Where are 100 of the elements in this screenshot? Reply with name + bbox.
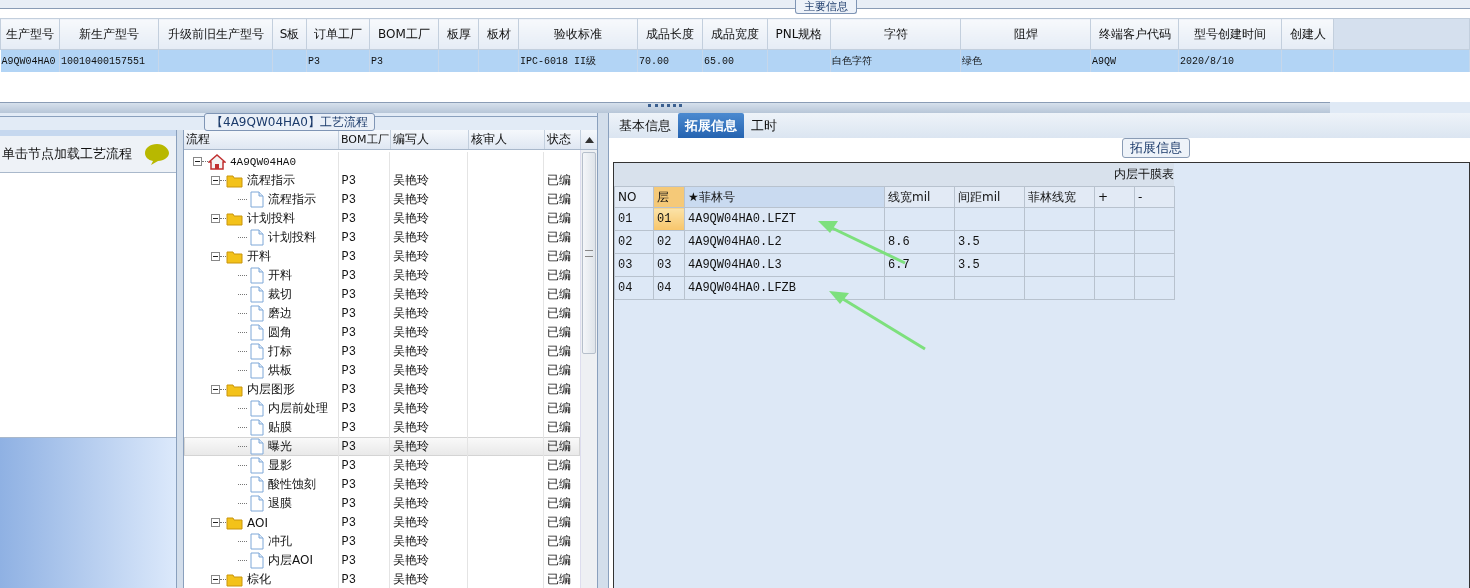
column-header[interactable]: 编写人 <box>391 130 469 149</box>
table-cell: 02 <box>653 230 685 254</box>
tree-row[interactable]: AOI P3 吴艳玲 已编 <box>184 513 580 532</box>
scroll-up-icon[interactable] <box>584 136 594 143</box>
column-header[interactable]: 订单工厂 <box>306 18 370 50</box>
column-header[interactable]: 成品长度 <box>637 18 703 50</box>
table-cell: P3 <box>341 553 356 568</box>
column-header[interactable]: 型号创建时间 <box>1178 18 1282 50</box>
tree-row[interactable]: 曝光 P3 吴艳玲 已编 <box>184 437 580 456</box>
table-cell <box>954 207 1025 231</box>
column-header[interactable]: 字符 <box>830 18 961 50</box>
tree-row[interactable]: 计划投料 P3 吴艳玲 已编 <box>184 209 580 228</box>
node-label: 退膜 <box>268 495 292 512</box>
table-cell: P3 <box>341 192 356 207</box>
column-header[interactable]: 验收标准 <box>518 18 638 50</box>
tree-row[interactable]: 内层图形 P3 吴艳玲 已编 <box>184 380 580 399</box>
collapse-icon[interactable] <box>211 252 220 261</box>
column-header[interactable]: 成品宽度 <box>702 18 768 50</box>
node-label: 酸性蚀刻 <box>268 476 316 493</box>
column-header[interactable]: + <box>1094 186 1135 208</box>
collapse-icon[interactable] <box>211 385 220 394</box>
table-cell: 已编 <box>547 343 572 360</box>
column-header[interactable]: 创建人 <box>1281 18 1334 50</box>
group-title: 主要信息 <box>795 0 857 14</box>
table-cell: P3 <box>341 401 356 416</box>
column-header[interactable]: 状态 <box>545 130 581 149</box>
column-header[interactable]: 间距mil <box>954 186 1025 208</box>
collapse-icon[interactable] <box>211 176 220 185</box>
folder-icon <box>226 173 243 188</box>
column-header[interactable]: 菲林线宽 <box>1024 186 1095 208</box>
tree-row[interactable]: 圆角 P3 吴艳玲 已编 <box>184 323 580 342</box>
tab[interactable]: 基本信息 <box>612 113 678 138</box>
table-row[interactable]: A9QW04HA0 10010400157551 P3 P3 IPC-6018 II级 70.00 65.00 白色字符 绿色 A9QW 2020/8/10 <box>0 49 1470 72</box>
column-header[interactable]: 层 <box>653 186 685 208</box>
tree-row[interactable]: 流程指示 P3 吴艳玲 已编 <box>184 190 580 209</box>
column-header[interactable]: 升级前旧生产型号 <box>158 18 273 50</box>
node-label: 流程指示 <box>247 172 295 189</box>
column-header[interactable]: NO <box>614 186 654 208</box>
tree-row[interactable]: 流程指示 P3 吴艳玲 已编 <box>184 171 580 190</box>
node-label: 显影 <box>268 457 292 474</box>
column-header[interactable]: 板厚 <box>438 18 479 50</box>
tree-row[interactable]: 4A9QW04HA0 <box>184 152 580 171</box>
column-header[interactable]: 线宽mil <box>884 186 955 208</box>
column-header[interactable]: - <box>1134 186 1175 208</box>
table-cell: 吴艳玲 <box>393 343 430 360</box>
tree-row[interactable]: 裁切 P3 吴艳玲 已编 <box>184 285 580 304</box>
table-cell: 白色字符 <box>830 49 961 72</box>
column-header[interactable]: ★菲林号 <box>684 186 885 208</box>
table-cell <box>1134 276 1175 300</box>
table-cell: 吴艳玲 <box>393 476 430 493</box>
table-cell: 已编 <box>547 229 572 246</box>
column-header[interactable]: BOM工厂 <box>369 18 439 50</box>
node-label: 棕化 <box>247 571 271 588</box>
tree-row[interactable]: 显影 P3 吴艳玲 已编 <box>184 456 580 475</box>
tree-row[interactable]: 内层AOI P3 吴艳玲 已编 <box>184 551 580 570</box>
column-header[interactable]: 阻焊 <box>960 18 1091 50</box>
table-cell: 吴艳玲 <box>393 210 430 227</box>
column-header[interactable]: 流程 <box>184 130 339 149</box>
tab[interactable]: 拓展信息 <box>678 113 744 138</box>
node-label: 计划投料 <box>268 229 316 246</box>
tree-row[interactable]: 计划投料 P3 吴艳玲 已编 <box>184 228 580 247</box>
collapse-icon[interactable] <box>211 575 220 584</box>
tree-row[interactable]: 冲孔 P3 吴艳玲 已编 <box>184 532 580 551</box>
table-cell: 已编 <box>547 533 572 550</box>
column-header[interactable]: 板材 <box>478 18 519 50</box>
tree-row[interactable]: 棕化 P3 吴艳玲 已编 <box>184 570 580 588</box>
table-cell: P3 <box>341 173 356 188</box>
tab[interactable]: 工时 <box>744 113 784 138</box>
house-icon <box>208 153 226 170</box>
collapse-icon[interactable] <box>211 214 220 223</box>
tree-row[interactable]: 开料 P3 吴艳玲 已编 <box>184 247 580 266</box>
table-cell: A9QW04HA0 <box>0 49 60 72</box>
column-header[interactable]: PNL规格 <box>767 18 831 50</box>
node-label: 开料 <box>268 267 292 284</box>
tree-row[interactable]: 烘板 P3 吴艳玲 已编 <box>184 361 580 380</box>
collapse-icon[interactable] <box>211 518 220 527</box>
table-cell: P3 <box>341 230 356 245</box>
tree-row[interactable]: 开料 P3 吴艳玲 已编 <box>184 266 580 285</box>
table-cell: 已编 <box>547 419 572 436</box>
column-header[interactable]: 核审人 <box>469 130 545 149</box>
tree-row[interactable]: 打标 P3 吴艳玲 已编 <box>184 342 580 361</box>
table-cell: 吴艳玲 <box>393 191 430 208</box>
tree-row[interactable]: 内层前处理 P3 吴艳玲 已编 <box>184 399 580 418</box>
folder-icon <box>226 249 243 264</box>
speech-bubble-icon <box>144 143 170 165</box>
tree-row[interactable]: 酸性蚀刻 P3 吴艳玲 已编 <box>184 475 580 494</box>
scrollbar-thumb[interactable] <box>582 152 596 354</box>
collapse-icon[interactable] <box>193 157 202 166</box>
tree-row[interactable]: 退膜 P3 吴艳玲 已编 <box>184 494 580 513</box>
splitter-grip-icon[interactable] <box>648 104 682 110</box>
column-header[interactable]: 生产型号 <box>0 18 60 50</box>
column-header[interactable]: BOM工厂 <box>339 130 391 149</box>
column-header[interactable]: 新生产型号 <box>59 18 159 50</box>
column-header[interactable]: 终端客户代码 <box>1090 18 1179 50</box>
tree-row[interactable]: 磨边 P3 吴艳玲 已编 <box>184 304 580 323</box>
table-cell <box>884 276 955 300</box>
document-icon <box>250 400 264 417</box>
column-header[interactable]: S板 <box>272 18 307 50</box>
table-cell: P3 <box>341 572 356 587</box>
node-label: 4A9QW04HA0 <box>230 155 296 168</box>
